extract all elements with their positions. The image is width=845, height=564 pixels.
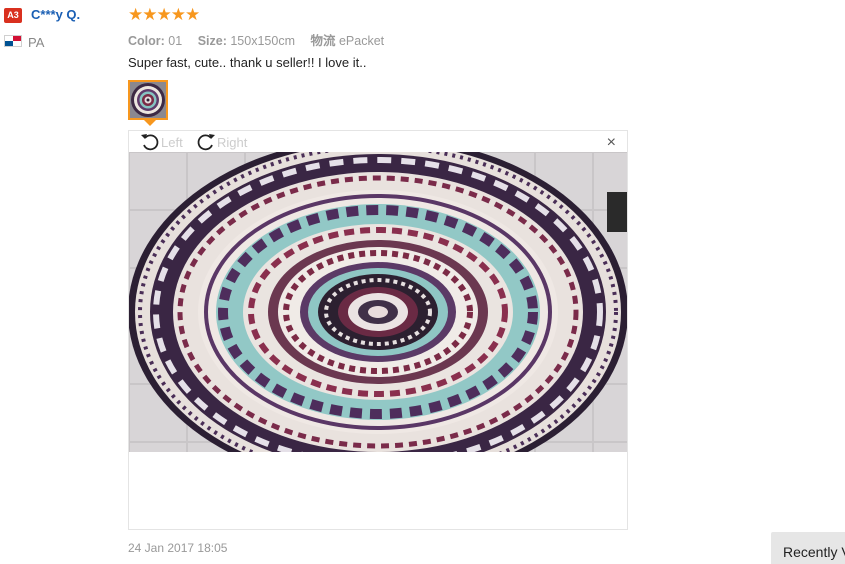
thumbnail-pointer xyxy=(144,120,156,126)
color-label: Color: xyxy=(128,34,165,48)
rotate-left-icon xyxy=(141,134,159,151)
rotate-right-button[interactable]: Right xyxy=(195,132,255,152)
review-photo xyxy=(129,152,627,452)
review-text: Super fast, cute.. thank u seller!! I lo… xyxy=(128,55,367,70)
rotate-right-label: Right xyxy=(217,135,248,150)
reviewer-name: C***y Q. xyxy=(31,7,81,22)
reviewer-country: PA xyxy=(28,35,45,50)
star-rating: ★★★★★ xyxy=(128,5,200,24)
order-info: Color: 01 Size: 150x150cm 物流 ePacket xyxy=(128,30,396,49)
color-value: 01 xyxy=(168,34,183,48)
rotate-right-icon xyxy=(197,134,215,151)
rotate-left-label: Left xyxy=(161,135,183,150)
review-image-thumbnail[interactable] xyxy=(128,80,168,120)
recently-viewed-tab[interactable]: Recently Viewed xyxy=(771,532,845,564)
rotate-left-button[interactable]: Left xyxy=(139,132,189,152)
buyer-level-badge: A3 xyxy=(4,8,22,23)
shipping-value: ePacket xyxy=(338,34,385,48)
size-value: 150x150cm xyxy=(230,34,295,48)
review-date: 24 Jan 2017 18:05 xyxy=(128,541,228,555)
size-label: Size: xyxy=(197,34,227,48)
shipping-label: 物流 xyxy=(310,34,336,48)
close-viewer-button[interactable]: × xyxy=(607,135,616,151)
panama-flag-icon xyxy=(4,35,22,47)
image-viewer: Left Right × xyxy=(128,130,628,530)
